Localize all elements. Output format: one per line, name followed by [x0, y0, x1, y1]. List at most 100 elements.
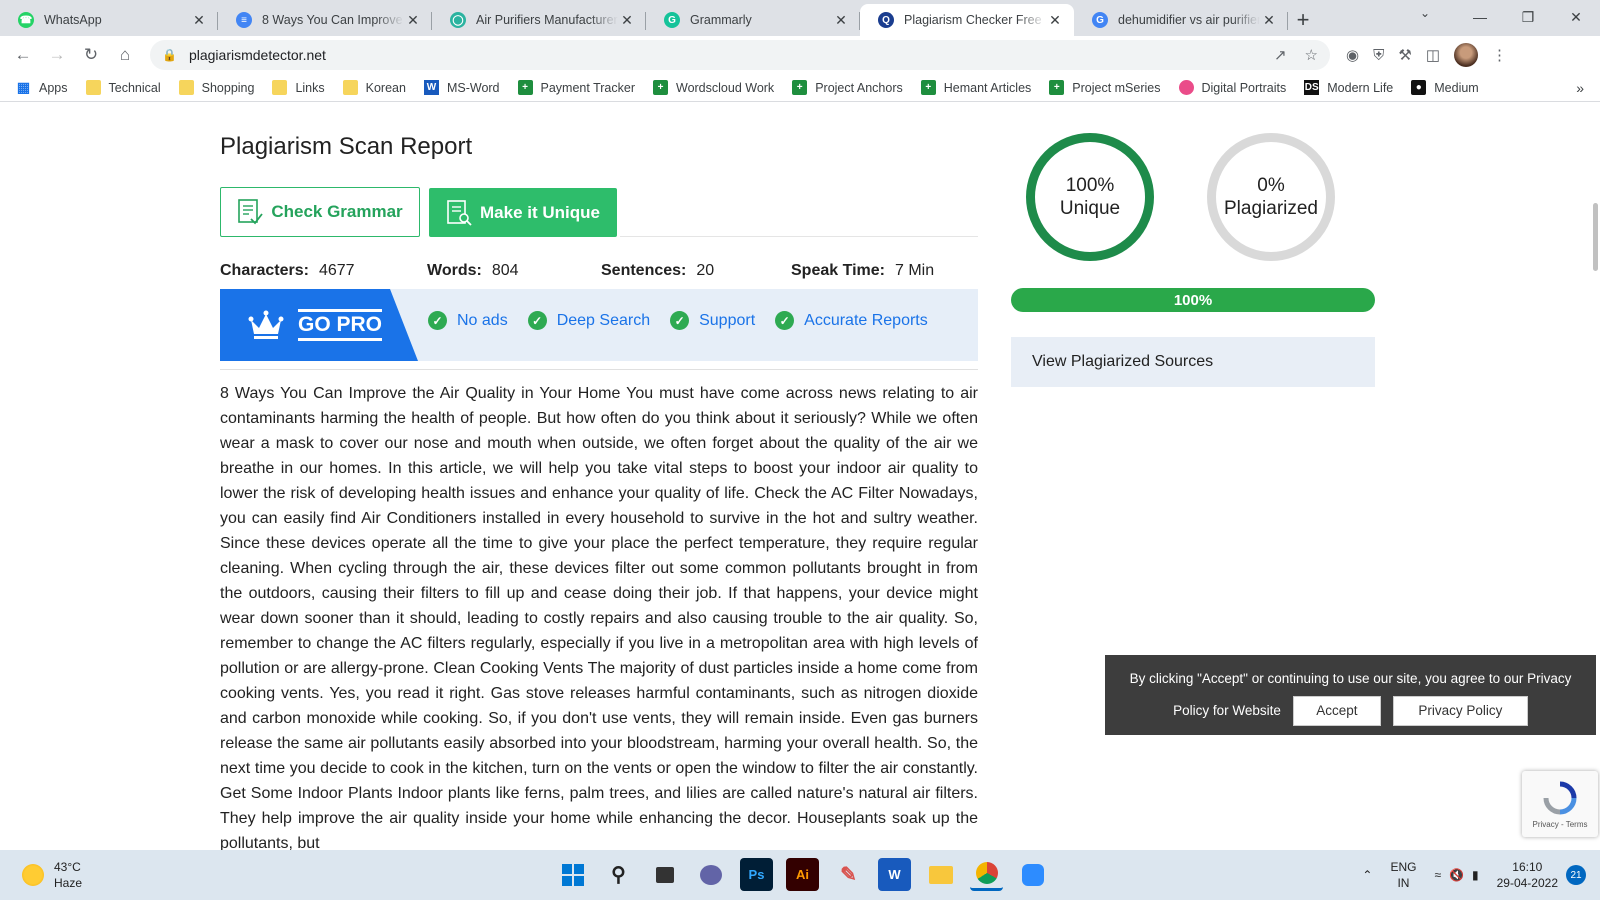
pro-feature: ✓ Deep Search — [527, 311, 651, 330]
google-icon: G — [1092, 12, 1108, 28]
side-panel-icon[interactable]: ◫ — [1426, 46, 1440, 64]
bookmark-label: Links — [295, 80, 325, 95]
lock-icon[interactable]: 🔒 — [162, 48, 177, 62]
shield-extension-icon[interactable]: ⛨ — [1373, 47, 1384, 64]
back-icon[interactable]: ← — [6, 38, 40, 72]
pro-feature: ✓ No ads — [428, 311, 508, 330]
bookmark-payment-tracker[interactable]: + Payment Tracker — [517, 80, 635, 95]
tab-title: Air Purifiers Manufacturer & Supplier — [476, 13, 618, 27]
share-icon[interactable]: ↗ — [1274, 46, 1287, 64]
sheet-icon: + — [517, 80, 533, 95]
notification-badge[interactable]: 21 — [1566, 865, 1586, 885]
minimize-button[interactable]: — — [1456, 0, 1504, 34]
sheet-icon: + — [920, 80, 936, 95]
photoshop-icon[interactable]: Ps — [740, 858, 773, 891]
close-tab-icon[interactable]: ✕ — [1260, 12, 1278, 29]
whatsapp-icon: ☎ — [18, 12, 34, 28]
show-hidden-icons-icon[interactable]: ⌃ — [1362, 867, 1372, 883]
stat-sentences: Sentences: 20 — [601, 262, 715, 279]
reload-icon[interactable]: ↻ — [74, 38, 108, 72]
bookmark-hemant-articles[interactable]: + Hemant Articles — [920, 80, 1031, 95]
folder-icon — [272, 80, 288, 95]
bookmark-label: Technical — [108, 80, 161, 95]
close-tab-icon[interactable]: ✕ — [618, 12, 636, 29]
bookmark-project-mseries[interactable]: + Project mSeries — [1049, 80, 1161, 95]
more-bookmarks-icon[interactable]: » — [1576, 80, 1584, 96]
clock[interactable]: 16:10 29-04-2022 — [1497, 859, 1558, 891]
tab-search-icon[interactable]: ⌄ — [1420, 6, 1430, 20]
task-view-icon[interactable] — [648, 858, 681, 891]
start-icon[interactable] — [556, 858, 589, 891]
folder-icon — [178, 80, 194, 95]
check-grammar-button[interactable]: Check Grammar — [220, 187, 420, 237]
bookmark-label: MS-Word — [446, 80, 500, 95]
forward-icon[interactable]: → — [40, 38, 74, 72]
tab-title: dehumidifier vs air purifier — [1118, 13, 1260, 27]
search-icon[interactable]: ⚲ — [602, 858, 635, 891]
browser-tab[interactable]: Q Plagiarism Checker Free | Accurate✕ — [860, 4, 1074, 36]
illustrator-icon[interactable]: Ai — [786, 858, 819, 891]
pencil-app-icon[interactable]: ✎ — [832, 858, 865, 891]
battery-icon[interactable]: ▮ — [1472, 867, 1479, 883]
text-stats: Characters: 4677 Words: 804 Sentences: 20 S… — [220, 262, 934, 280]
bookmark-medium[interactable]: ● Medium — [1411, 80, 1479, 95]
teams-chat-icon[interactable] — [694, 858, 727, 891]
close-window-button[interactable]: ✕ — [1552, 0, 1600, 34]
bookmark-ms-word[interactable]: W MS-Word — [423, 80, 500, 95]
browser-tab[interactable]: ≡ 8 Ways You Can Improve the Air Quality✕ — [218, 4, 432, 36]
new-tab-button[interactable]: + — [1288, 4, 1318, 36]
divider — [620, 236, 978, 237]
bookmark-korean[interactable]: Korean — [342, 80, 406, 95]
weather-widget[interactable]: 43°C Haze — [22, 859, 82, 891]
wifi-icon[interactable]: ≈ — [1434, 867, 1441, 883]
bookmark-shopping[interactable]: Shopping — [178, 80, 254, 95]
page-scrollbar[interactable] — [1593, 203, 1598, 271]
recaptcha-terms[interactable]: Privacy - Terms — [1533, 820, 1588, 829]
bookmark-wordscloud-work[interactable]: + Wordscloud Work — [653, 80, 774, 95]
close-tab-icon[interactable]: ✕ — [404, 12, 422, 29]
bookmark-technical[interactable]: Technical — [85, 80, 161, 95]
go-pro-button[interactable]: GO PRO — [220, 289, 418, 361]
make-unique-button[interactable]: Make it Unique — [429, 188, 617, 237]
pro-feature-label: Deep Search — [556, 311, 651, 329]
grammar-doc-icon — [238, 199, 264, 225]
word-icon[interactable]: W — [878, 858, 911, 891]
grammarly-icon: G — [664, 12, 680, 28]
bookmark-digital-portraits[interactable]: Digital Portraits — [1178, 80, 1286, 95]
grammarly-extension-icon[interactable]: ◉ — [1346, 46, 1359, 64]
bookmark-apps[interactable]: ▦ Apps — [16, 79, 68, 95]
home-icon[interactable]: ⌂ — [108, 38, 142, 72]
pro-feature-label: Accurate Reports — [804, 311, 928, 329]
pro-feature-label: Support — [699, 311, 756, 329]
chrome-icon[interactable] — [970, 858, 1003, 891]
restore-button[interactable]: ❐ — [1504, 0, 1552, 34]
bookmark-project-anchors[interactable]: + Project Anchors — [792, 80, 903, 95]
volume-muted-icon[interactable]: 🔇 — [1449, 867, 1464, 883]
zoom-icon[interactable] — [1016, 858, 1049, 891]
language-indicator[interactable]: ENG IN — [1390, 859, 1416, 891]
view-plagiarized-sources-button[interactable]: View Plagiarized Sources — [1011, 337, 1375, 387]
window-controls: — ❐ ✕ — [1456, 0, 1600, 34]
bookmark-links[interactable]: Links — [272, 80, 325, 95]
recaptcha-badge[interactable]: Privacy - Terms — [1522, 771, 1598, 837]
profile-avatar[interactable] — [1454, 43, 1478, 67]
bookmark-star-icon[interactable]: ☆ — [1305, 46, 1318, 64]
browser-tab[interactable]: Gdehumidifier vs air purifier ✕ — [1074, 4, 1288, 36]
check-circle-icon: ✓ — [428, 311, 447, 330]
browser-tab[interactable]: ☎ WhatsApp ✕ — [0, 4, 218, 36]
file-explorer-icon[interactable] — [924, 858, 957, 891]
address-bar[interactable]: 🔒 plagiarismdetector.net ↗ ☆ — [150, 40, 1330, 70]
privacy-policy-button[interactable]: Privacy Policy — [1392, 696, 1528, 726]
extensions-puzzle-icon[interactable]: ⚒ — [1398, 46, 1411, 64]
browser-tab[interactable]: ◯ Air Purifiers Manufacturer & Supplier✕ — [432, 4, 646, 36]
menu-kebab-icon[interactable]: ⋮ — [1492, 46, 1507, 64]
close-tab-icon[interactable]: ✕ — [832, 12, 850, 29]
browser-tab[interactable]: G Grammarly ✕ — [646, 4, 860, 36]
bookmark-modern-life[interactable]: DS Modern Life — [1304, 80, 1393, 95]
make-unique-label: Make it Unique — [480, 202, 600, 222]
close-tab-icon[interactable]: ✕ — [190, 12, 208, 29]
bookmark-label: Medium — [1434, 80, 1479, 95]
accept-cookies-button[interactable]: Accept — [1292, 696, 1381, 726]
plagiarized-percentage: 0% — [1257, 175, 1285, 196]
close-tab-icon[interactable]: ✕ — [1046, 12, 1064, 29]
